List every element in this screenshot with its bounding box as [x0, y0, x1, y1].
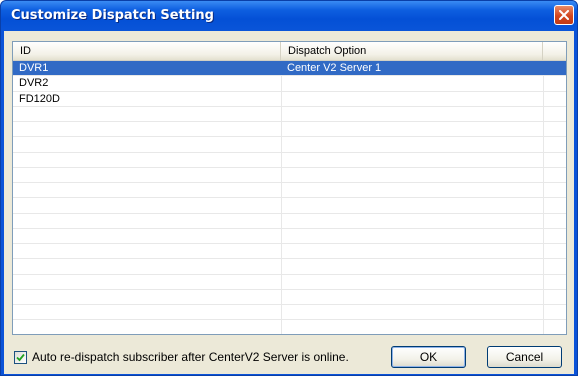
cancel-button[interactable]: Cancel	[487, 346, 562, 368]
dispatch-list[interactable]: ID Dispatch Option DVR1 Center V2 Server …	[12, 41, 567, 335]
ok-button[interactable]: OK	[391, 346, 466, 368]
table-row[interactable]	[13, 320, 566, 334]
table-row[interactable]	[13, 122, 566, 138]
table-row[interactable]	[13, 168, 566, 183]
table-row[interactable]: DVR1 Center V2 Server 1	[13, 61, 566, 77]
table-row[interactable]	[13, 275, 566, 290]
table-row[interactable]	[13, 198, 566, 214]
table-row[interactable]	[13, 305, 566, 321]
checkmark-icon	[16, 353, 25, 362]
table-row[interactable]	[13, 137, 566, 153]
table-row[interactable]	[13, 153, 566, 168]
cell-id: FD120D	[19, 92, 60, 105]
cell-id: DVR2	[19, 77, 49, 90]
cell-dispatch-option	[281, 92, 543, 106]
cell-dispatch-option	[281, 76, 543, 90]
table-row[interactable]: DVR2	[13, 76, 566, 92]
table-row[interactable]	[13, 290, 566, 305]
close-icon	[559, 10, 569, 20]
table-row[interactable]	[13, 259, 566, 275]
auto-redispatch-label[interactable]: Auto re-dispatch subscriber after Center…	[32, 350, 349, 364]
dialog-title: Customize Dispatch Setting	[11, 8, 214, 23]
list-header: ID Dispatch Option	[13, 42, 566, 61]
dialog-window: Customize Dispatch Setting ID Dispatch O…	[0, 0, 578, 376]
cell-id: DVR1	[19, 62, 49, 74]
close-button[interactable]	[554, 5, 574, 25]
dialog-client-area: ID Dispatch Option DVR1 Center V2 Server …	[4, 31, 574, 374]
table-row[interactable]	[13, 214, 566, 229]
column-header-id[interactable]: ID	[13, 42, 281, 60]
dialog-footer: Auto re-dispatch subscriber after Center…	[4, 335, 574, 374]
list-rows: DVR1 Center V2 Server 1 DVR2 FD120D	[13, 61, 566, 334]
title-bar[interactable]: Customize Dispatch Setting	[1, 1, 577, 31]
table-row[interactable]: FD120D	[13, 92, 566, 107]
table-row[interactable]	[13, 244, 566, 260]
auto-redispatch-checkbox[interactable]	[14, 351, 27, 364]
table-row[interactable]	[13, 229, 566, 244]
table-row[interactable]	[13, 107, 566, 122]
column-header-dispatch-option[interactable]: Dispatch Option	[281, 42, 543, 60]
cell-dispatch-option: Center V2 Server 1	[287, 62, 382, 74]
column-header-filler	[543, 42, 566, 60]
table-row[interactable]	[13, 183, 566, 199]
